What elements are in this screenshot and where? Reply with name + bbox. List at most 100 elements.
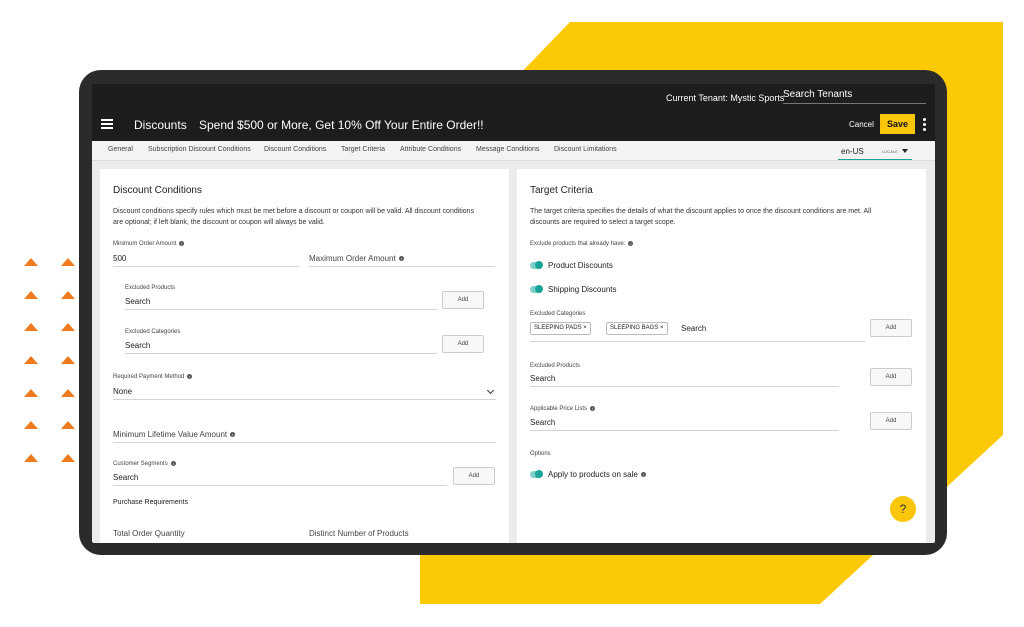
payment-method-label: Required Payment Method i bbox=[113, 374, 193, 380]
info-icon: i bbox=[179, 241, 185, 246]
add-excluded-products-button[interactable]: Add bbox=[442, 291, 484, 309]
info-icon: i bbox=[170, 461, 176, 466]
tab-discount-limitations[interactable]: Discount Limitations bbox=[554, 146, 617, 153]
add-customer-segments-button[interactable]: Add bbox=[453, 467, 495, 485]
excluded-categories-label: Excluded Categories bbox=[125, 329, 181, 335]
exclude-products-label: Exclude products that already have: i bbox=[530, 241, 634, 247]
product-discounts-label: Product Discounts bbox=[548, 261, 613, 270]
page-title: Spend $500 or More, Get 10% Off Your Ent… bbox=[199, 118, 484, 132]
hamburger-menu-icon[interactable] bbox=[101, 119, 113, 129]
tab-subscription-discount-conditions[interactable]: Subscription Discount Conditions bbox=[148, 146, 251, 153]
add-excluded-categories-button[interactable]: Add bbox=[442, 335, 484, 353]
tab-general[interactable]: General bbox=[108, 146, 133, 153]
info-icon: i bbox=[398, 256, 404, 262]
locale-select[interactable]: en-US LOCALE bbox=[838, 143, 912, 160]
shipping-discounts-toggle[interactable] bbox=[530, 285, 543, 293]
excluded-categories-input[interactable]: Search bbox=[681, 324, 706, 333]
excluded-categories-input[interactable]: Search bbox=[125, 341, 150, 350]
tab-target-criteria[interactable]: Target Criteria bbox=[341, 146, 385, 153]
panel-description-line1: The target criteria specifies the detail… bbox=[530, 208, 872, 215]
divider bbox=[125, 309, 437, 310]
info-icon: i bbox=[230, 432, 236, 438]
arrow-up-icon bbox=[24, 389, 38, 397]
divider bbox=[125, 353, 437, 354]
excluded-products-label: Excluded Products bbox=[530, 363, 581, 369]
tab-bar: General Subscription Discount Conditions… bbox=[92, 141, 935, 161]
panel-title: Target Criteria bbox=[530, 185, 593, 196]
add-price-lists-button[interactable]: Add bbox=[870, 412, 912, 430]
current-tenant-label: Current Tenant: Mystic Sports bbox=[666, 93, 785, 103]
panel-description-line2: discounts are required to select a targe… bbox=[530, 219, 676, 226]
divider bbox=[113, 399, 496, 400]
divider bbox=[113, 266, 299, 267]
excluded-products-input[interactable]: Search bbox=[125, 297, 150, 306]
price-lists-input[interactable]: Search bbox=[530, 418, 555, 427]
tenant-search-input[interactable]: Search Tenants bbox=[783, 89, 926, 104]
divider bbox=[530, 430, 839, 431]
add-excluded-products-button[interactable]: Add bbox=[870, 368, 912, 386]
panel-title: Discount Conditions bbox=[113, 185, 202, 196]
purchase-requirements-heading: Purchase Requirements bbox=[113, 499, 189, 506]
app-screen: Current Tenant: Mystic Sports Search Ten… bbox=[92, 84, 935, 543]
discount-conditions-panel: Discount Conditions Discount conditions … bbox=[100, 169, 509, 543]
arrow-up-icon bbox=[61, 291, 75, 299]
panel-description-line2: are optional; if left blank, the discoun… bbox=[113, 219, 325, 226]
payment-method-select[interactable]: None bbox=[113, 387, 132, 396]
arrow-up-icon bbox=[61, 323, 75, 331]
category-chip[interactable]: SLEEPING BAGS × bbox=[606, 322, 668, 335]
app-header: Discounts Spend $500 or More, Get 10% Of… bbox=[92, 108, 935, 141]
arrow-up-icon bbox=[24, 258, 38, 266]
cancel-button[interactable]: Cancel bbox=[849, 120, 874, 129]
arrow-up-icon bbox=[61, 454, 75, 462]
total-order-quantity-field[interactable]: Total Order Quantity bbox=[113, 529, 185, 538]
info-icon: i bbox=[628, 241, 634, 246]
arrow-up-icon bbox=[61, 389, 75, 397]
save-button[interactable]: Save bbox=[880, 114, 915, 134]
arrow-up-icon bbox=[24, 454, 38, 462]
add-excluded-categories-button[interactable]: Add bbox=[870, 319, 912, 337]
info-icon: i bbox=[187, 374, 193, 379]
min-order-field[interactable]: 500 bbox=[113, 254, 126, 263]
divider bbox=[113, 485, 447, 486]
tab-attribute-conditions[interactable]: Attribute Conditions bbox=[400, 146, 461, 153]
excluded-products-input[interactable]: Search bbox=[530, 374, 555, 383]
arrow-up-icon bbox=[24, 421, 38, 429]
arrow-up-icon bbox=[61, 258, 75, 266]
panel-description-line1: Discount conditions specify rules which … bbox=[113, 208, 475, 215]
price-lists-label: Applicable Price Lists i bbox=[530, 406, 596, 412]
divider bbox=[530, 386, 839, 387]
info-icon: i bbox=[590, 406, 596, 411]
excluded-categories-label: Excluded Categories bbox=[530, 311, 586, 317]
divider bbox=[530, 341, 865, 342]
shipping-discounts-label: Shipping Discounts bbox=[548, 285, 617, 294]
apply-on-sale-label: Apply to products on sale i bbox=[548, 470, 646, 479]
category-chip[interactable]: SLEEPING PADS × bbox=[530, 322, 591, 335]
divider bbox=[309, 266, 495, 267]
distinct-products-field[interactable]: Distinct Number of Products bbox=[309, 529, 409, 538]
apply-on-sale-toggle[interactable] bbox=[530, 470, 543, 478]
divider bbox=[113, 442, 496, 443]
arrow-up-icon bbox=[61, 356, 75, 364]
min-order-label: Minimum Order Amount i bbox=[113, 241, 185, 247]
locale-value: en-US bbox=[841, 147, 864, 156]
max-order-field[interactable]: Maximum Order Amount i bbox=[309, 254, 404, 263]
arrow-up-icon bbox=[24, 356, 38, 364]
customer-segments-input[interactable]: Search bbox=[113, 473, 138, 482]
locale-label: LOCALE bbox=[882, 149, 898, 154]
tab-message-conditions[interactable]: Message Conditions bbox=[476, 146, 539, 153]
caret-down-icon bbox=[902, 149, 908, 153]
content-area: Discount Conditions Discount conditions … bbox=[92, 161, 935, 543]
chevron-down-icon[interactable] bbox=[486, 386, 495, 395]
help-button[interactable]: ? bbox=[890, 496, 916, 522]
tenant-bar: Current Tenant: Mystic Sports Search Ten… bbox=[92, 84, 935, 108]
product-discounts-toggle[interactable] bbox=[530, 261, 543, 269]
more-options-icon[interactable] bbox=[923, 118, 927, 133]
customer-segments-label: Customer Segments i bbox=[113, 461, 176, 467]
lifetime-value-field[interactable]: Minimum Lifetime Value Amount i bbox=[113, 430, 236, 439]
section-title: Discounts bbox=[134, 118, 187, 132]
arrow-up-icon bbox=[24, 291, 38, 299]
info-icon: i bbox=[640, 472, 646, 478]
options-label: Options bbox=[530, 451, 551, 457]
tab-discount-conditions[interactable]: Discount Conditions bbox=[264, 146, 326, 153]
target-criteria-panel: Target Criteria The target criteria spec… bbox=[517, 169, 926, 543]
